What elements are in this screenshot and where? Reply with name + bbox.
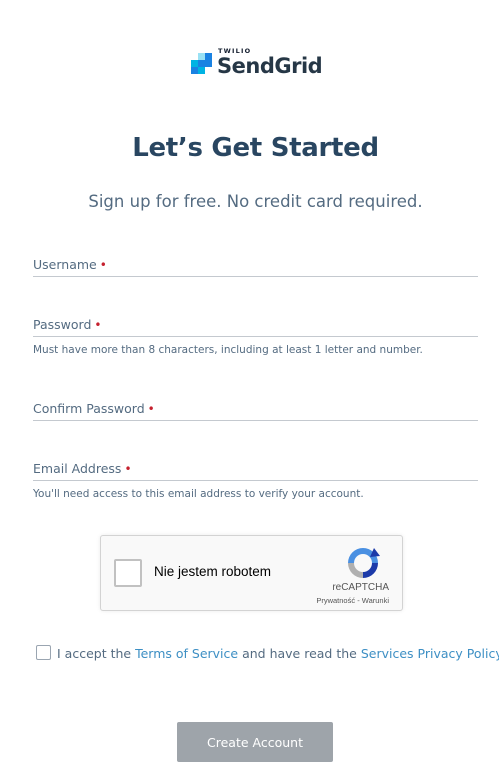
email-underline (33, 480, 478, 481)
confirm-password-label: Confirm Password (33, 401, 145, 416)
page-subtitle: Sign up for free. No credit card require… (88, 192, 423, 211)
password-underline (33, 336, 478, 337)
sendgrid-logo: TWILIO SendGrid (191, 47, 323, 79)
required-indicator: • (124, 462, 132, 476)
recaptcha-logo-icon (348, 548, 380, 578)
terms-checkbox[interactable] (36, 645, 51, 660)
email-field[interactable]: Email Address • (33, 458, 478, 481)
password-help: Must have more than 8 characters, includ… (33, 344, 423, 356)
required-indicator: • (94, 318, 102, 332)
recaptcha-privacy-terms-link[interactable]: Prywatność - Warunki (281, 596, 389, 605)
terms-text: I accept the Terms of Service and have r… (57, 645, 499, 662)
email-label: Email Address (33, 461, 122, 476)
confirm-password-underline (33, 420, 478, 421)
signup-page: TWILIO SendGrid Let’s Get Started Sign u… (0, 0, 499, 774)
confirm-password-field[interactable]: Confirm Password • (33, 398, 478, 421)
recaptcha-brand: reCAPTCHA (332, 582, 389, 593)
recaptcha-checkbox[interactable] (114, 559, 142, 587)
logo-wordmark: SendGrid (217, 54, 323, 78)
privacy-policy-link[interactable]: Services Privacy Policy (361, 646, 499, 661)
required-indicator: • (147, 402, 155, 416)
email-help: You'll need access to this email address… (33, 488, 364, 500)
username-underline (33, 276, 478, 277)
sendgrid-logo-icon (191, 53, 213, 75)
password-label: Password (33, 317, 92, 332)
create-account-button[interactable]: Create Account (177, 722, 333, 762)
page-title: Let’s Get Started (132, 133, 379, 163)
password-field[interactable]: Password • (33, 314, 478, 337)
terms-of-service-link[interactable]: Terms of Service (135, 646, 238, 661)
recaptcha-label: Nie jestem robotem (154, 564, 272, 579)
username-field[interactable]: Username • (33, 254, 478, 277)
username-label: Username (33, 257, 97, 272)
terms-middle: and have read the (242, 646, 357, 661)
recaptcha-widget: Nie jestem robotem reCAPTCHA Prywatność … (100, 535, 403, 611)
terms-prefix: I accept the (57, 646, 132, 661)
required-indicator: • (99, 258, 107, 272)
